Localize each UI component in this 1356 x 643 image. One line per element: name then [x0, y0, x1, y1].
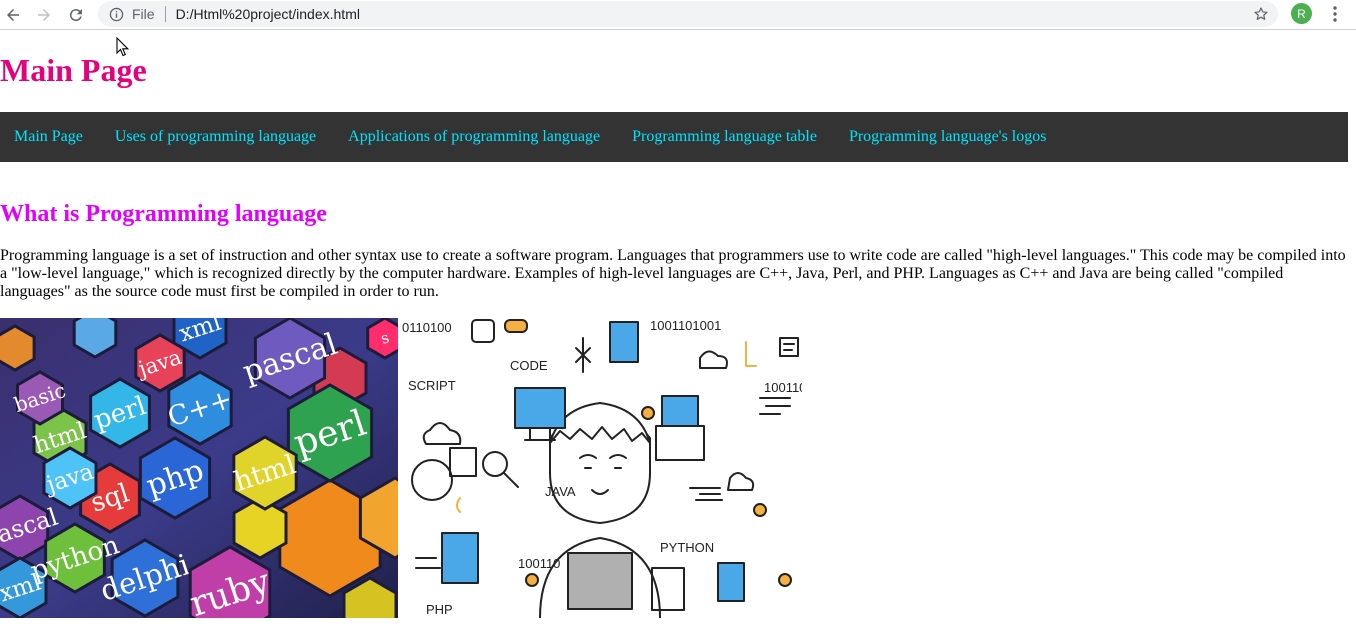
- doodle-label: 1001101: [764, 380, 802, 395]
- nav-link-uses[interactable]: Uses of programming language: [101, 128, 330, 146]
- nav-link-applications[interactable]: Applications of programming language: [334, 128, 614, 146]
- doodle-label: 1001101001: [650, 318, 721, 333]
- nav-link-table[interactable]: Programming language table: [618, 128, 831, 146]
- url-scheme-label: File: [132, 6, 155, 22]
- bookmark-star-icon[interactable]: [1252, 5, 1270, 23]
- section-heading: What is Programming language: [0, 201, 327, 227]
- url-text[interactable]: D:/Html%20project/index.html: [176, 6, 360, 22]
- programmer-doodle-image: 0110100 CODE 1001101001 SCRIPT JAVA PYTHON 100…: [400, 318, 802, 618]
- browser-toolbar: File D:/Html%20project/index.html R: [0, 0, 1356, 30]
- kebab-menu-icon[interactable]: [1326, 4, 1344, 24]
- profile-avatar[interactable]: R: [1291, 3, 1312, 24]
- hexagon-tile: [0, 324, 36, 372]
- doodle-label: PHP: [426, 602, 453, 617]
- forward-arrow-icon[interactable]: [33, 4, 55, 26]
- nav-link-main-page[interactable]: Main Page: [0, 128, 97, 146]
- back-arrow-icon[interactable]: [2, 4, 24, 26]
- doodle-label: CODE: [510, 358, 548, 373]
- doodle-label: 0110100: [402, 320, 452, 335]
- address-bar[interactable]: File D:/Html%20project/index.html: [98, 1, 1278, 27]
- reload-icon[interactable]: [65, 4, 87, 26]
- programming-languages-hexagon-image: xml java pascal perl html C++ php sql basic java p…: [0, 318, 398, 618]
- info-icon[interactable]: [108, 6, 124, 22]
- doodle-label: SCRIPT: [408, 378, 456, 393]
- main-navbar: Main Page Uses of programming language A…: [0, 112, 1348, 162]
- divider: [164, 6, 166, 22]
- doodle-label: PYTHON: [660, 540, 714, 555]
- intro-paragraph: Programming language is a set of instruc…: [0, 247, 1346, 300]
- doodle-label: JAVA: [545, 484, 576, 499]
- nav-link-logos[interactable]: Programming language's logos: [835, 128, 1061, 146]
- page-title: Main Page: [0, 52, 147, 88]
- doodle-label: 100110: [518, 556, 560, 571]
